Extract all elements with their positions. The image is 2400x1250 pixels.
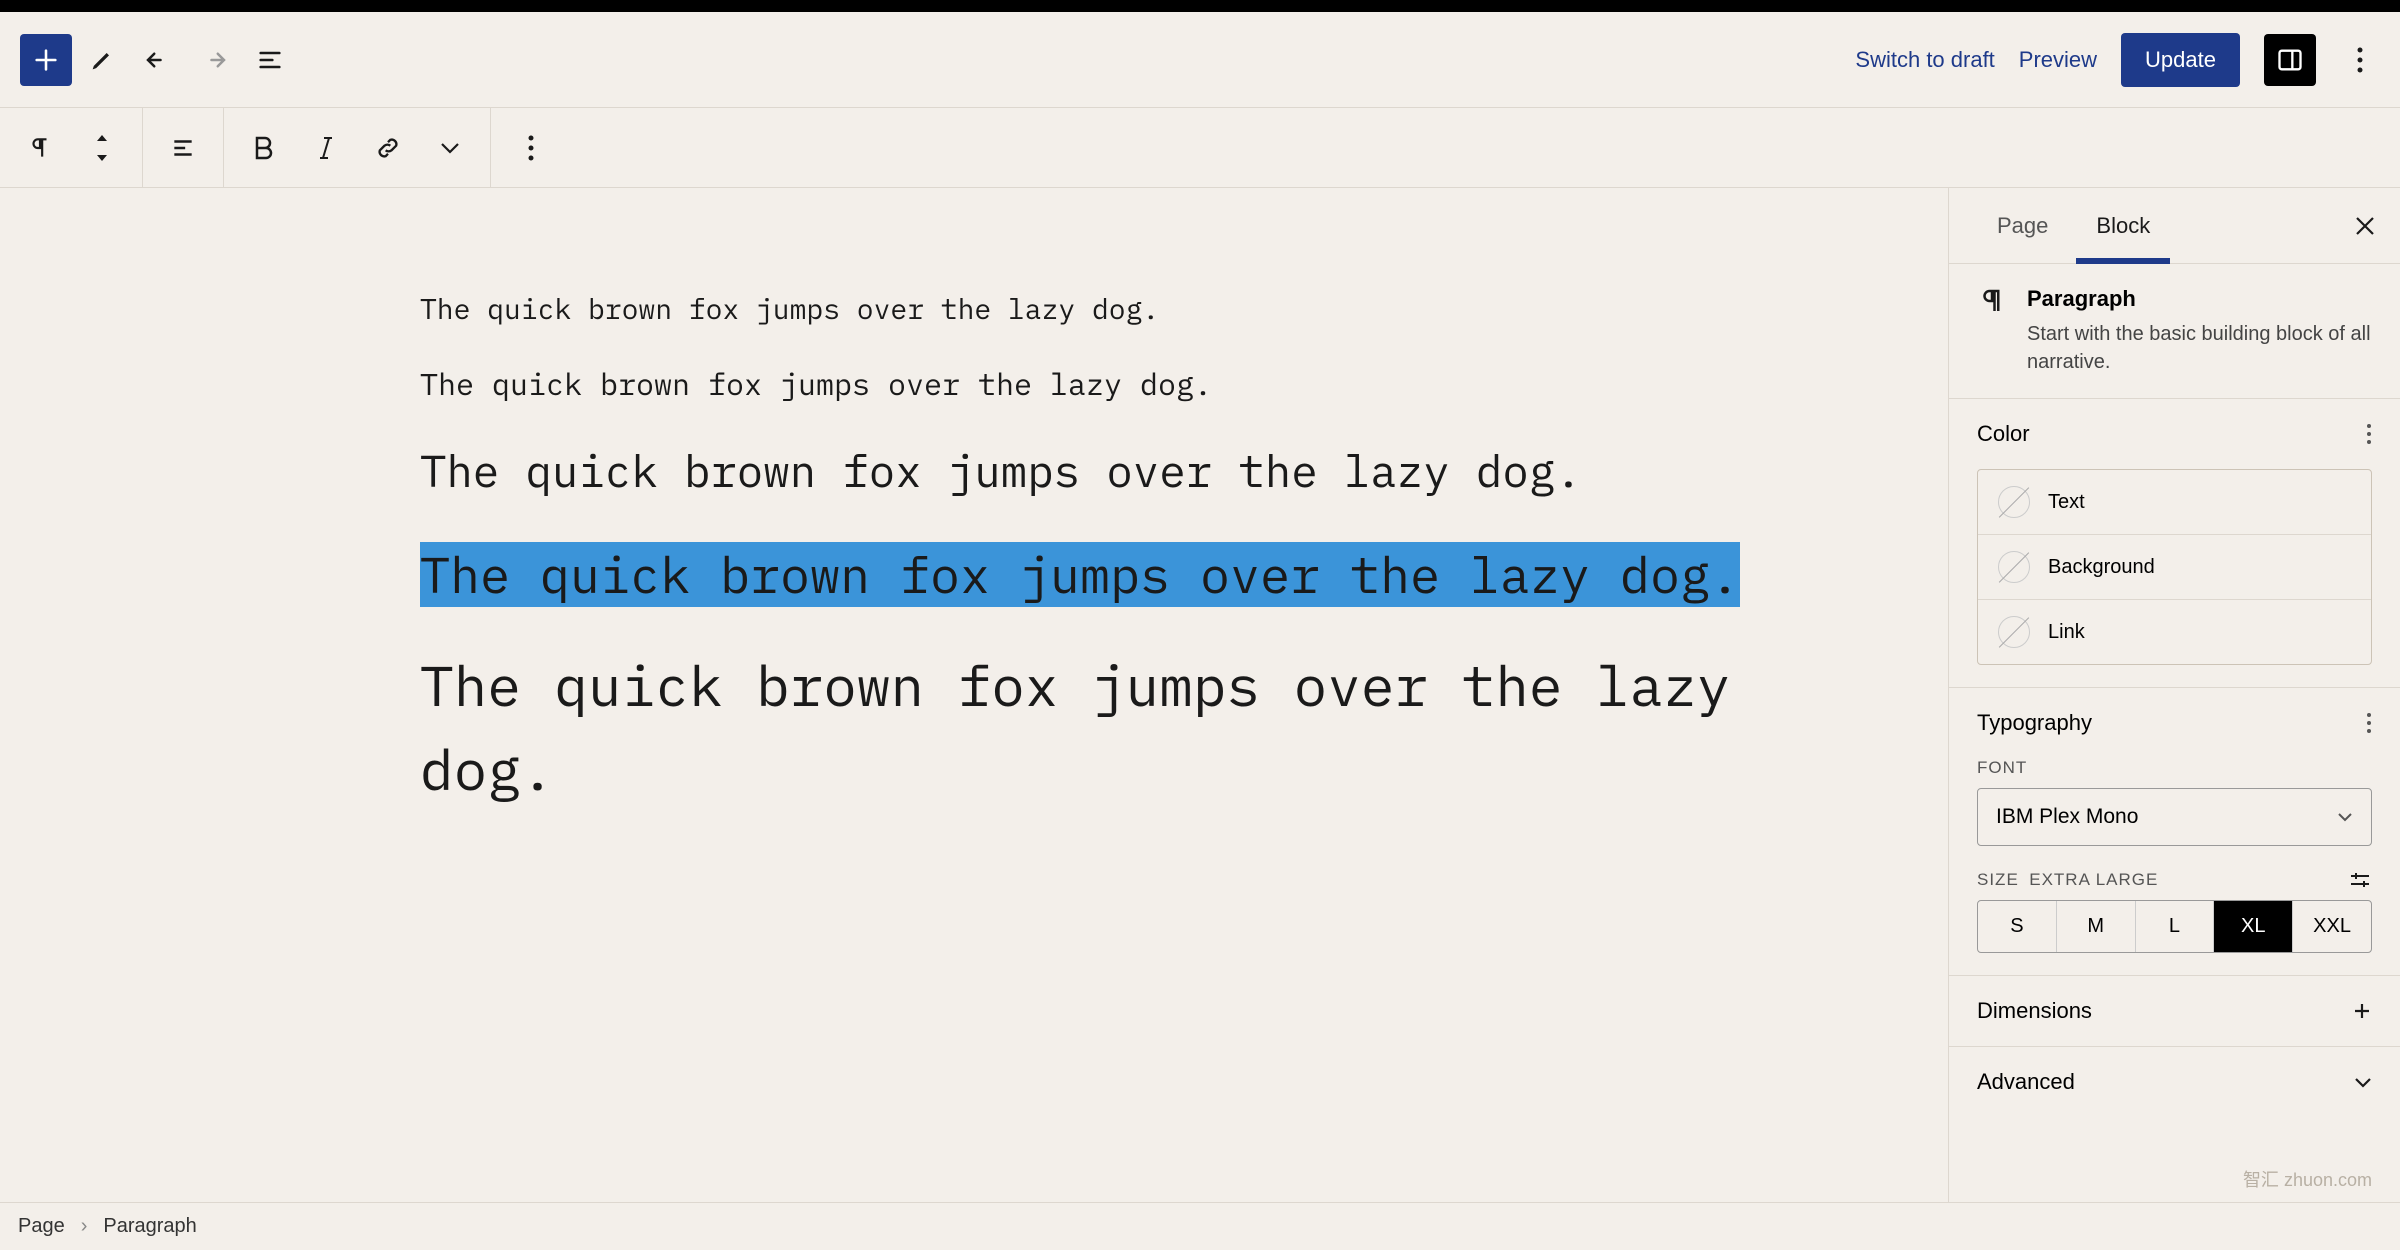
- block-more-button[interactable]: [509, 126, 553, 170]
- typography-body: FONT IBM Plex Mono SIZE EXTRA LARGE S: [1949, 758, 2400, 975]
- header-right-actions: Switch to draft Preview Update: [1855, 33, 2380, 87]
- size-label: SIZE: [1977, 870, 2019, 889]
- link-button[interactable]: [366, 126, 410, 170]
- undo-button[interactable]: [132, 34, 184, 86]
- block-description: Start with the basic building block of a…: [2027, 320, 2372, 376]
- breadcrumb-root[interactable]: Page: [18, 1215, 65, 1238]
- size-value-label: EXTRA LARGE: [2029, 870, 2158, 889]
- pilcrow-icon: [1977, 286, 2007, 376]
- color-text-button[interactable]: Text: [1978, 470, 2371, 535]
- paragraph-block[interactable]: The quick brown fox jumps over the lazy …: [420, 439, 1798, 505]
- link-icon: [374, 134, 402, 162]
- move-handles[interactable]: [80, 126, 124, 170]
- paragraph-block[interactable]: The quick brown fox jumps over the lazy …: [420, 644, 1798, 812]
- font-label: FONT: [1977, 758, 2372, 778]
- redo-icon: [199, 45, 229, 75]
- block-type-button[interactable]: [18, 126, 62, 170]
- close-icon: [2354, 215, 2376, 237]
- block-info-text: Paragraph Start with the basic building …: [2027, 286, 2372, 376]
- block-title: Paragraph: [2027, 286, 2372, 312]
- settings-sidebar: Page Block Paragraph Start with the basi…: [1948, 188, 2400, 1202]
- plus-icon: [32, 46, 60, 74]
- breadcrumb-current[interactable]: Paragraph: [103, 1215, 196, 1238]
- preview-button[interactable]: Preview: [2019, 47, 2097, 73]
- kebab-icon: [2366, 712, 2372, 734]
- kebab-icon: [2357, 47, 2363, 73]
- align-button[interactable]: [161, 126, 205, 170]
- block-toolbar: [0, 108, 2400, 188]
- size-xl-button[interactable]: XL: [2214, 901, 2293, 952]
- breadcrumb-separator: ›: [81, 1215, 88, 1238]
- panel-icon: [2276, 46, 2304, 74]
- color-section-header[interactable]: Color: [1949, 399, 2400, 469]
- align-left-icon: [170, 135, 196, 161]
- dimensions-section-header[interactable]: Dimensions: [1949, 976, 2400, 1046]
- empty-swatch-icon: [1998, 486, 2030, 518]
- chevron-down-icon: [440, 142, 460, 154]
- more-format-button[interactable]: [428, 126, 472, 170]
- move-up-down-icon: [92, 133, 112, 163]
- block-type-group: [0, 108, 143, 187]
- tab-page[interactable]: Page: [1973, 188, 2072, 263]
- color-list: Text Background Link: [1949, 469, 2400, 687]
- plus-icon: [2352, 1001, 2372, 1021]
- paragraph-block[interactable]: The quick brown fox jumps over the lazy …: [420, 288, 1798, 330]
- typography-section: Typography FONT IBM Plex Mono SIZE EXTRA…: [1949, 687, 2400, 975]
- paragraph-block[interactable]: The quick brown fox jumps over the lazy …: [420, 362, 1798, 407]
- add-block-button[interactable]: [20, 34, 72, 86]
- typography-section-header[interactable]: Typography: [1949, 688, 2400, 758]
- sidebar-toggle-button[interactable]: [2264, 34, 2316, 86]
- dimensions-section: Dimensions: [1949, 975, 2400, 1046]
- bold-button[interactable]: [242, 126, 286, 170]
- size-selector: S M L XL XXL: [1977, 900, 2372, 953]
- more-options-button[interactable]: [2340, 34, 2380, 86]
- custom-size-icon[interactable]: [2348, 870, 2372, 890]
- italic-icon: [317, 135, 335, 161]
- alignment-group: [143, 108, 224, 187]
- editor-main: The quick brown fox jumps over the lazy …: [0, 188, 2400, 1202]
- switch-to-draft-button[interactable]: Switch to draft: [1855, 47, 1994, 73]
- pencil-icon: [88, 46, 116, 74]
- block-info: Paragraph Start with the basic building …: [1949, 264, 2400, 398]
- empty-swatch-icon: [1998, 551, 2030, 583]
- edit-mode-button[interactable]: [76, 34, 128, 86]
- italic-button[interactable]: [304, 126, 348, 170]
- header-left-tools: [20, 34, 296, 86]
- chevron-down-icon: [2337, 812, 2353, 822]
- document-outline-button[interactable]: [244, 34, 296, 86]
- color-section: Color Text Background: [1949, 398, 2400, 687]
- size-s-button[interactable]: S: [1978, 901, 2057, 952]
- sidebar-close-button[interactable]: [2354, 215, 2376, 237]
- kebab-icon: [528, 135, 534, 161]
- size-header: SIZE EXTRA LARGE: [1977, 870, 2372, 890]
- bold-icon: [253, 135, 275, 161]
- redo-button[interactable]: [188, 34, 240, 86]
- editor-canvas[interactable]: The quick brown fox jumps over the lazy …: [0, 188, 1948, 1202]
- advanced-section-header[interactable]: Advanced: [1949, 1047, 2400, 1117]
- kebab-icon: [2366, 423, 2372, 445]
- update-button[interactable]: Update: [2121, 33, 2240, 87]
- empty-swatch-icon: [1998, 616, 2030, 648]
- paragraph-block-selected[interactable]: The quick brown fox jumps over the lazy …: [420, 537, 1798, 612]
- color-background-button[interactable]: Background: [1978, 535, 2371, 600]
- advanced-section: Advanced: [1949, 1046, 2400, 1117]
- sidebar-tabs: Page Block: [1949, 188, 2400, 264]
- pilcrow-icon: [27, 135, 53, 161]
- font-select[interactable]: IBM Plex Mono: [1977, 788, 2372, 846]
- color-link-button[interactable]: Link: [1978, 600, 2371, 664]
- format-group: [224, 108, 491, 187]
- outline-icon: [256, 46, 284, 74]
- size-m-button[interactable]: M: [2057, 901, 2136, 952]
- undo-icon: [143, 45, 173, 75]
- editor-header: Switch to draft Preview Update: [0, 12, 2400, 108]
- window-top-bar: [0, 0, 2400, 12]
- size-l-button[interactable]: L: [2136, 901, 2215, 952]
- size-xxl-button[interactable]: XXL: [2293, 901, 2371, 952]
- tab-block[interactable]: Block: [2072, 188, 2174, 263]
- chevron-down-icon: [2354, 1077, 2372, 1088]
- breadcrumb-footer: Page › Paragraph: [0, 1202, 2400, 1250]
- block-more-group: [491, 108, 571, 187]
